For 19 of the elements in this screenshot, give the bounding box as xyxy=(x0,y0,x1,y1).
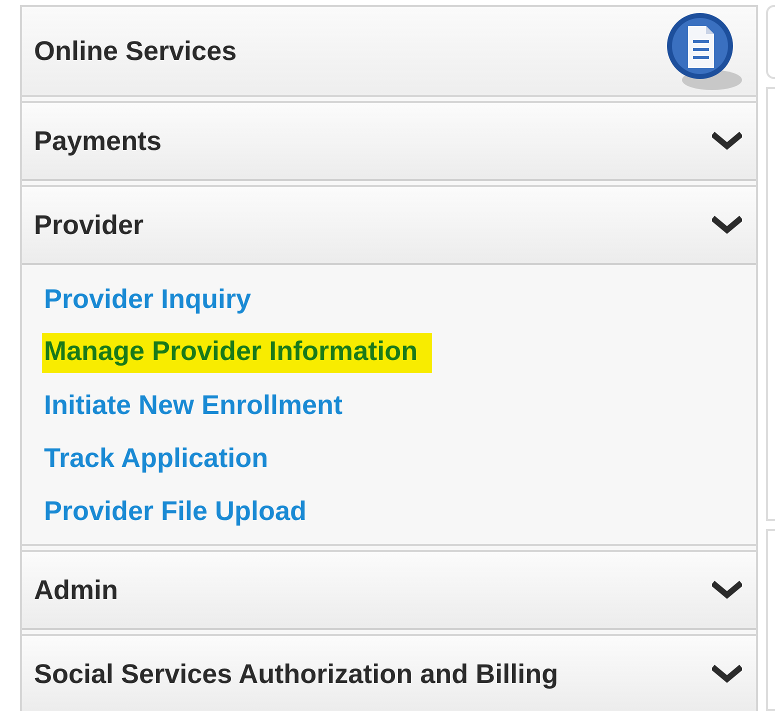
chevron-down-icon xyxy=(712,580,742,600)
document-icon xyxy=(664,10,744,92)
menu-link[interactable]: Track Application xyxy=(42,443,270,474)
chevron-down-icon xyxy=(712,664,742,684)
section-header[interactable]: Admin xyxy=(22,552,756,630)
chevron-down-icon xyxy=(712,215,742,235)
section-header[interactable]: Payments xyxy=(22,103,756,181)
chevron-down-icon xyxy=(712,131,742,151)
menu-link[interactable]: Manage Provider Information xyxy=(42,332,432,372)
section-title: Admin xyxy=(34,574,118,606)
menu-link[interactable]: Initiate New Enrollment xyxy=(42,390,345,421)
section-header[interactable]: Provider xyxy=(22,187,756,265)
section-header[interactable]: Social Services Authorization and Billing xyxy=(22,636,756,711)
section-title: Provider xyxy=(34,210,144,240)
panel-title: Online Services xyxy=(34,36,237,66)
section-title: Social Services Authorization and Billing xyxy=(34,658,558,690)
menu-link[interactable]: Provider File Upload xyxy=(42,496,309,527)
menu-link[interactable]: Provider Inquiry xyxy=(42,284,254,315)
section-title: Payments xyxy=(34,126,162,156)
